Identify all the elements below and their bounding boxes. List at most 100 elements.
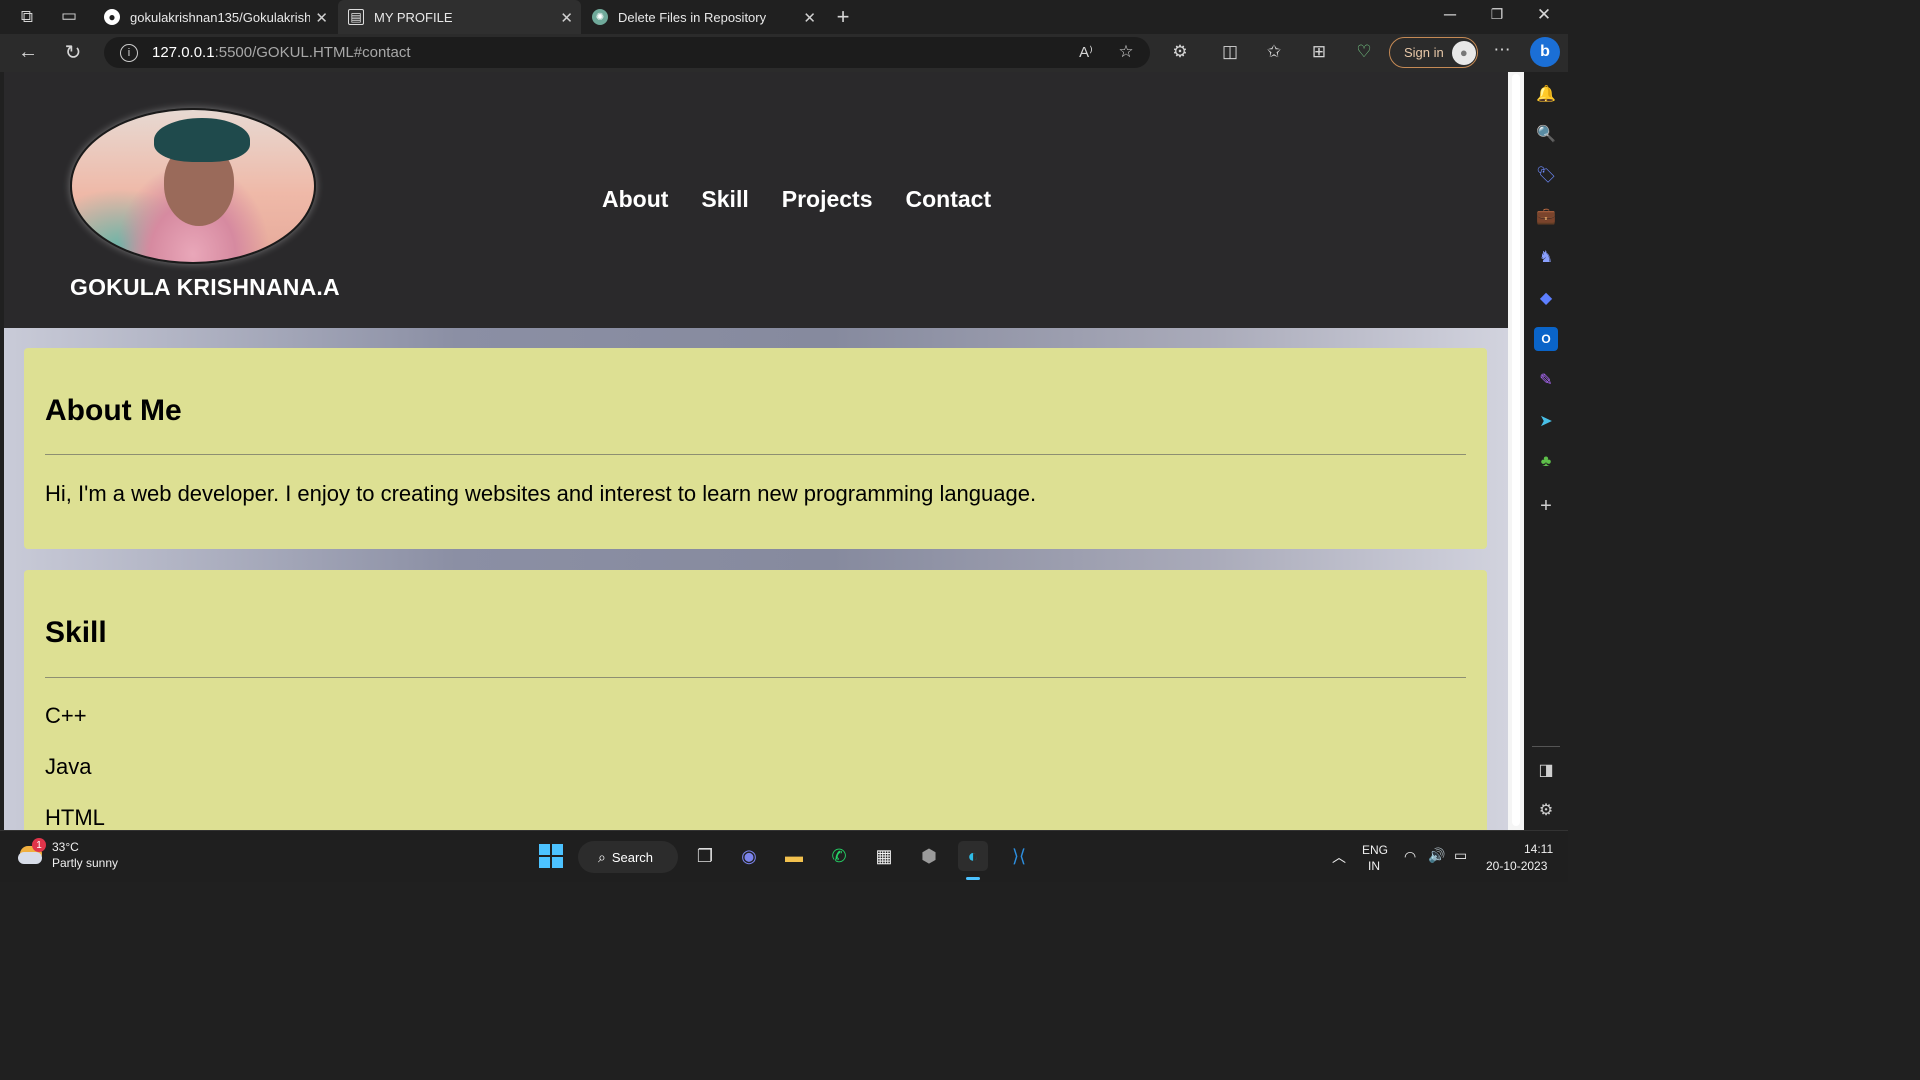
browser-essentials-icon[interactable]: ♡ [1352, 42, 1376, 62]
vertical-tabs-icon[interactable]: ▭ [57, 6, 81, 26]
skill-divider [45, 677, 1466, 678]
github-desktop-icon[interactable]: ⬢ [914, 841, 944, 871]
profile-photo [70, 108, 316, 264]
about-divider [45, 454, 1466, 455]
page-icon: ▤ [348, 9, 364, 25]
designer-icon[interactable]: ✎ [1534, 368, 1558, 392]
nav-skill[interactable]: Skill [701, 186, 748, 213]
page-scrollbar[interactable] [1508, 72, 1524, 830]
favorite-star-icon[interactable]: ☆ [1114, 42, 1138, 62]
taskbar-search-label: Search [611, 849, 654, 865]
shopping-tag-icon[interactable]: 🏷 [1534, 163, 1558, 187]
wifi-icon[interactable]: ◠ [1404, 848, 1416, 865]
outlook-icon[interactable]: O [1534, 327, 1558, 351]
collections-icon[interactable]: ⊞ [1307, 42, 1331, 62]
tab-my-profile[interactable]: ▤ MY PROFILE ✕ [338, 0, 581, 34]
windows-taskbar: 1 33°C Partly sunny ⌕ Search ❐ ◉ ▬ ✆ ▦ ⬢… [0, 830, 1568, 882]
about-section: About Me Hi, I'm a web developer. I enjo… [24, 348, 1487, 549]
whatsapp-icon[interactable]: ✆ [824, 841, 854, 871]
show-hidden-icons[interactable]: ︿ [1332, 847, 1346, 867]
github-icon: ● [104, 9, 120, 25]
file-explorer-icon[interactable]: ▬ [779, 841, 809, 871]
games-icon[interactable]: ♞ [1534, 245, 1558, 269]
clock-time[interactable]: 14:11 [1524, 842, 1553, 856]
microsoft-store-icon[interactable]: ▦ [869, 841, 899, 871]
sign-in-button[interactable]: Sign in ● [1389, 37, 1478, 68]
about-text: Hi, I'm a web developer. I enjoy to crea… [45, 481, 1037, 506]
edge-taskbar-icon[interactable]: ◐ [958, 841, 988, 871]
tab-strip: ⧉ ▭ ● gokulakrishnan135/Gokulakrishn ✕ ▤… [0, 0, 1568, 34]
task-view-icon[interactable]: ❐ [690, 841, 720, 871]
close-tab-icon[interactable]: ✕ [803, 9, 816, 27]
restore-icon[interactable]: ❐ [1485, 6, 1509, 23]
back-icon[interactable]: ← [16, 41, 40, 64]
copilot-icon[interactable]: b [1530, 37, 1560, 67]
sidebar-settings-icon[interactable]: ⚙ [1534, 798, 1558, 822]
profile-avatar-icon: ● [1451, 40, 1476, 65]
scrollbar-thumb[interactable] [1512, 74, 1520, 826]
page-viewport: GOKULA KRISHNANA.A About Skill Projects … [4, 72, 1508, 830]
favorites-icon[interactable]: ✩ [1262, 42, 1286, 62]
split-screen-icon[interactable]: ◫ [1218, 42, 1242, 62]
active-app-indicator [966, 877, 980, 880]
tab-delete-files[interactable]: ✺ Delete Files in Repository ✕ [582, 0, 824, 34]
nav-projects[interactable]: Projects [782, 186, 873, 213]
weather-sun-cloud-icon: 1 [18, 838, 46, 868]
url-host: 127.0.0.1 [152, 44, 215, 61]
nav-contact[interactable]: Contact [906, 186, 992, 213]
site-info-icon[interactable]: i [120, 43, 138, 62]
tools-briefcase-icon[interactable]: 💼 [1534, 204, 1558, 228]
copilot-app-icon[interactable]: ◆ [1534, 286, 1558, 310]
tab-label: Delete Files in Repository [618, 9, 767, 25]
volume-icon[interactable]: 🔊 [1428, 847, 1445, 864]
tree-icon[interactable]: ♣ [1534, 450, 1558, 474]
tab-label: gokulakrishnan135/Gokulakrishn [130, 9, 310, 25]
tab-github[interactable]: ● gokulakrishnan135/Gokulakrishn ✕ [94, 0, 336, 34]
sign-in-label: Sign in [1404, 45, 1444, 60]
extensions-icon[interactable]: ⚙ [1168, 42, 1192, 62]
skill-heading: Skill [45, 616, 107, 649]
nav-about[interactable]: About [602, 186, 668, 213]
skill-item: Java [45, 754, 92, 779]
vscode-icon[interactable]: ⟩⟨ [1004, 841, 1034, 871]
hide-sidebar-icon[interactable]: ◨ [1534, 758, 1558, 782]
workspaces-icon[interactable]: ⧉ [15, 7, 39, 27]
weather-widget[interactable]: 1 33°C Partly sunny [18, 838, 119, 870]
taskbar-search[interactable]: ⌕ Search [578, 841, 678, 873]
send-icon[interactable]: ➤ [1534, 409, 1558, 433]
more-menu-icon[interactable]: ⋯ [1490, 40, 1514, 60]
address-bar[interactable]: i 127.0.0.1 :5500/GOKUL.HTML#contact A⁾ … [104, 37, 1150, 68]
clock-date[interactable]: 20-10-2023 [1486, 859, 1547, 873]
language-top[interactable]: ENG [1362, 843, 1388, 857]
teams-chat-icon[interactable]: ◉ [734, 841, 764, 871]
close-tab-icon[interactable]: ✕ [560, 9, 573, 27]
refresh-icon[interactable]: ↻ [61, 40, 85, 65]
windows-logo-icon [539, 844, 563, 868]
skill-item: HTML [45, 805, 105, 830]
battery-icon[interactable]: ▭ [1454, 847, 1467, 864]
weather-badge: 1 [32, 838, 46, 852]
skill-section: Skill C++ Java HTML [24, 570, 1487, 830]
search-icon: ⌕ [598, 848, 606, 865]
notifications-bell-icon[interactable]: 🔔 [1534, 82, 1558, 106]
language-bottom[interactable]: IN [1368, 859, 1380, 873]
tab-label: MY PROFILE [374, 9, 453, 25]
site-header: GOKULA KRISHNANA.A About Skill Projects … [4, 72, 1508, 328]
new-tab-icon[interactable]: + [831, 4, 855, 30]
minimize-icon[interactable]: ─ [1438, 5, 1462, 25]
add-sidebar-app-icon[interactable]: + [1534, 494, 1558, 518]
hair-shape [154, 118, 250, 162]
about-heading: About Me [45, 394, 182, 427]
main-nav: About Skill Projects Contact [602, 186, 991, 213]
search-icon[interactable]: 🔍 [1534, 122, 1558, 146]
chatgpt-icon: ✺ [592, 9, 608, 25]
weather-temp: 33°C [52, 840, 79, 854]
read-aloud-icon[interactable]: A⁾ [1074, 43, 1098, 61]
close-window-icon[interactable]: ✕ [1532, 5, 1556, 25]
start-button[interactable] [536, 841, 566, 871]
weather-desc: Partly sunny [52, 856, 119, 870]
site-owner-name: GOKULA KRISHNANA.A [70, 274, 340, 300]
skill-item: C++ [45, 703, 87, 728]
close-tab-icon[interactable]: ✕ [315, 9, 328, 27]
url-path: :5500/GOKUL.HTML#contact [214, 44, 411, 61]
